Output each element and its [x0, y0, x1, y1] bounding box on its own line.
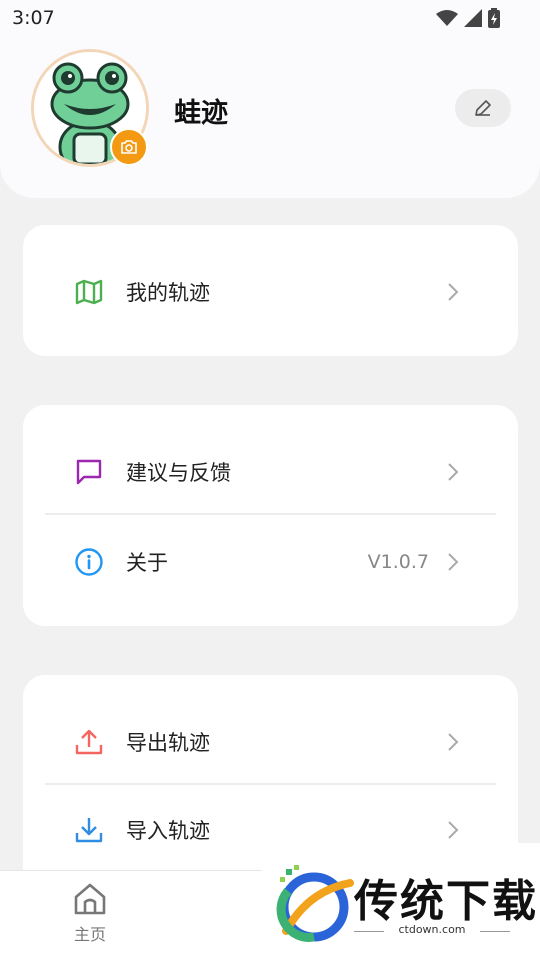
- wifi-icon: [436, 10, 458, 26]
- status-time: 3:07: [12, 7, 55, 29]
- battery-icon: [488, 8, 500, 28]
- chevron-right-icon: [448, 463, 459, 481]
- pencil-icon: [475, 100, 491, 116]
- chevron-right-icon: [448, 283, 459, 301]
- divider: [45, 513, 496, 515]
- menu-item-label: 导出轨迹: [126, 731, 210, 755]
- watermark-url: ctdown.com: [398, 923, 466, 936]
- camera-icon: [121, 140, 137, 154]
- menu-item-feedback[interactable]: 建议与反馈: [23, 432, 518, 512]
- menu-item-about[interactable]: 关于 V1.0.7: [23, 522, 518, 602]
- menu-item-my-tracks[interactable]: 我的轨迹: [23, 252, 518, 332]
- message-icon: [73, 456, 105, 488]
- chevron-right-icon: [448, 733, 459, 751]
- menu-item-export[interactable]: 导出轨迹: [23, 702, 518, 782]
- menu-item-label: 我的轨迹: [126, 281, 210, 305]
- map-icon: [73, 276, 105, 308]
- signal-icon: [464, 9, 482, 27]
- status-icons: [436, 8, 500, 28]
- watermark-emblem: [276, 865, 354, 942]
- divider: [45, 783, 496, 785]
- card-feedback-about: 建议与反馈 关于 V1.0.7: [23, 405, 518, 626]
- chevron-right-icon: [448, 553, 459, 571]
- menu-item-label: 导入轨迹: [126, 819, 210, 843]
- chevron-right-icon: [448, 821, 459, 839]
- home-icon: [74, 883, 106, 915]
- change-avatar-button[interactable]: [110, 128, 148, 166]
- tab-home[interactable]: 主页: [60, 881, 120, 945]
- app-version: V1.0.7: [367, 551, 429, 573]
- username: 蛙迹: [174, 98, 228, 129]
- edit-profile-button[interactable]: [455, 89, 511, 127]
- upload-icon: [73, 726, 105, 758]
- status-bar: 3:07: [0, 0, 540, 36]
- download-icon: [73, 814, 105, 846]
- info-icon: [73, 546, 105, 578]
- menu-item-label: 关于: [126, 551, 168, 575]
- watermark-title: 传统下载: [354, 876, 538, 927]
- menu-item-label: 建议与反馈: [126, 461, 231, 485]
- tab-label: 主页: [73, 925, 106, 944]
- watermark-logo: 传统下载 ctdown.com: [262, 843, 540, 960]
- card-tracks: 我的轨迹: [23, 225, 518, 356]
